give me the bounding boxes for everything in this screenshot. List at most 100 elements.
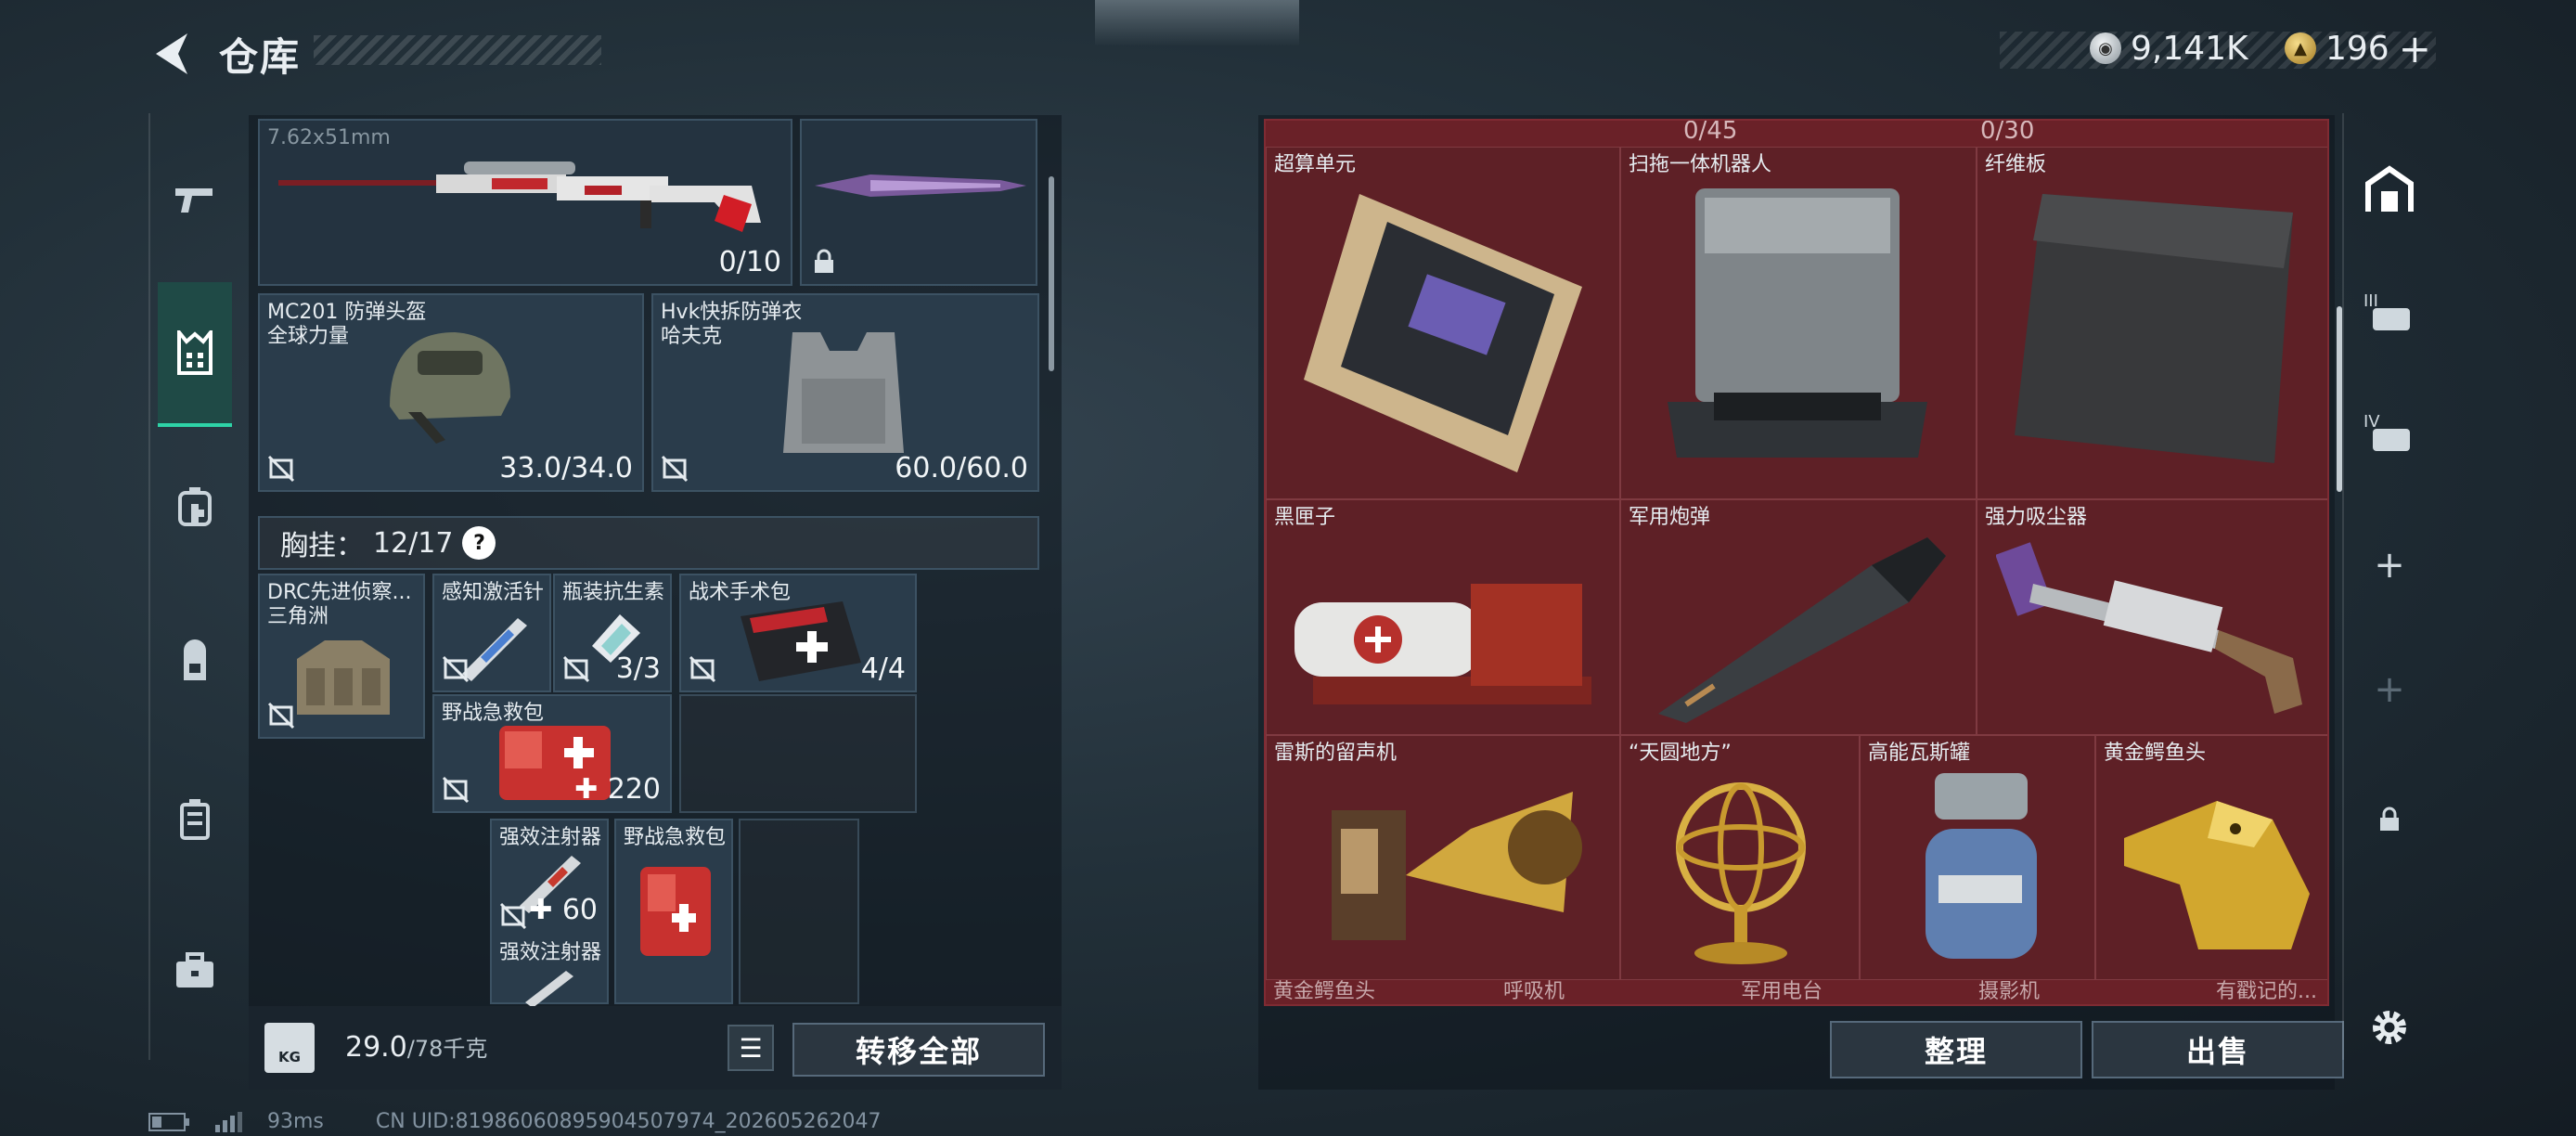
no-insurance-icon [499,902,527,930]
helmet-slot[interactable]: MC201 防弹头盔 全球力量 33.0/34.0 [258,293,644,492]
storage-item[interactable]: “天圆地方” [1620,735,1860,980]
armor-slot[interactable]: Hvk快拆防弹衣 哈夫克 60.0/60.0 [651,293,1039,492]
storage-item[interactable]: 黄金鳄鱼头 [2095,735,2327,980]
vacuum-cleaner-image [1996,542,2302,714]
weapon-slot[interactable]: 7.62x51mm 0/10 [258,119,792,286]
item-name: 摄影机 [1978,980,2041,1003]
surgery-kit-image [741,601,861,681]
robot-vacuum-image [1668,188,1927,458]
storage-item[interactable]: 扫拖一体机器人 [1620,147,1977,499]
help-icon[interactable]: ? [462,526,496,560]
weapon-caliber: 7.62x51mm [267,126,391,149]
item-name: 军用电台 [1741,980,1823,1003]
item-slot[interactable]: 强效注射器 ✚ 60 强效注射器 [490,819,609,1006]
storage-item[interactable]: 黑匣子 [1266,499,1620,735]
black-box-image [1294,584,1591,704]
item-name: 雷斯的留声机 [1274,742,1397,765]
user-uid: CN UID:81986060895904507974_202605262047 [375,1110,882,1133]
storage-item[interactable]: 超算单元 [1266,147,1620,499]
item-slot[interactable]: 感知激活针 [432,574,551,692]
supercomputer-unit-image [1304,194,1582,472]
item-slot[interactable]: 瓶装抗生素 3/3 [553,574,672,692]
gold-currency[interactable]: ▲ 196 + [2285,26,2431,71]
item-heal-value: ✚ 220 [574,773,661,806]
golden-crocodile-head-image [2124,801,2310,949]
storage-item[interactable]: 军用炮弹 [1620,499,1977,735]
item-name: 强效注射器 [499,941,602,964]
signal-icon [215,1111,242,1132]
status-footer: 93ms CN UID:81986060895904507974_2026052… [148,1110,882,1133]
storage-item[interactable]: 强力吸尘器 [1977,499,2327,735]
chest-rig-slot[interactable]: DRC先进侦察... 三角洲 [258,574,425,739]
tier3-icon[interactable]: III [2357,278,2422,343]
item-name: 强力吸尘器 [1985,506,2088,529]
item-count: 4/4 [860,652,906,685]
left-nav-rail [148,113,197,1060]
weapon-ammo: 0/10 [718,246,781,278]
no-insurance-icon [442,655,470,683]
melee-slot[interactable] [800,119,1037,286]
list-view-button[interactable]: ☰ [728,1025,774,1071]
item-count: 3/3 [615,652,661,685]
sniper-rifle-image [278,161,761,232]
no-insurance-icon [442,776,470,804]
silver-coin-icon: ◉ [2090,32,2121,64]
page-title: 仓库 [219,34,302,80]
item-name: “天圆地方” [1629,742,1732,765]
item-name: 黑匣子 [1274,506,1336,529]
injector-image [525,971,573,1006]
gear-icon[interactable] [2357,995,2422,1060]
home-icon[interactable] [2357,158,2422,223]
item-name: 黄金鳄鱼头 [2104,742,2207,765]
loadout-scrollbar[interactable] [1049,176,1054,371]
item-name: 有戳记的... [2216,980,2317,1003]
armor-brand: 哈夫克 [661,325,723,348]
storage-item[interactable]: 纤维板 [1977,147,2327,499]
sell-button[interactable]: 出售 [2092,1021,2344,1078]
item-name: 瓶装抗生素 [562,581,665,604]
plus-icon[interactable]: + [2357,533,2422,598]
weight-readout: 29.0/78千克 [345,1030,487,1064]
item-name: 呼吸机 [1503,980,1565,1003]
storage-next-row: 黄金鳄鱼头 呼吸机 军用电台 摄影机 有戳记的... [1266,980,2327,1004]
empty-slot[interactable] [679,694,917,813]
chest-label: 胸挂： [280,530,364,562]
item-heal-value: ✚ 60 [529,894,598,926]
storage-count: 0/30 [1980,119,2035,145]
backpack-icon[interactable] [158,624,232,698]
sort-button[interactable]: 整理 [1830,1021,2082,1078]
heal-plus-icon: ✚ [574,773,608,806]
empty-slot[interactable] [739,819,859,1004]
armillary-sphere-image [1676,782,1806,964]
item-slot[interactable]: 野战急救包 [614,819,733,1004]
gramophone-image [1332,792,1582,940]
item-slot[interactable]: 战术手术包 4/4 [679,574,917,692]
ping-value: 93ms [267,1110,324,1133]
storage-item[interactable]: 高能瓦斯罐 [1860,735,2095,980]
storage-item[interactable]: 雷斯的留声机 [1266,735,1620,980]
storage-count: 0/45 [1683,119,1738,145]
item-name: 黄金鳄鱼头 [1273,980,1376,1003]
gun-icon[interactable] [158,163,232,238]
medical-backpack-icon[interactable] [158,470,232,544]
heal-amount: 60 [561,894,598,926]
back-arrow-icon[interactable] [147,28,193,80]
transfer-all-button[interactable]: 转移全部 [792,1023,1045,1077]
chest-capacity: 12/17 [373,526,454,560]
weight-current: 29.0 [345,1031,407,1064]
svg-text:IV: IV [2363,412,2380,432]
item-slot[interactable]: 野战急救包 ✚ 220 [432,694,672,813]
tier4-icon[interactable]: IV [2357,399,2422,464]
helmet-image [390,332,510,444]
no-insurance-icon [661,455,689,483]
chest-rig-name: DRC先进侦察... [267,581,412,604]
list-icon: ☰ [739,1032,763,1064]
armor-durability: 60.0/60.0 [895,452,1028,484]
armor-name: Hvk快拆防弹衣 [661,301,803,324]
toolbox-icon[interactable] [158,934,232,1008]
chest-rig-image [297,640,390,715]
chest-rig-icon[interactable] [158,282,232,427]
case-icon[interactable] [158,781,232,856]
fiberboard-image [2015,194,2293,463]
add-gold-button[interactable]: + [2399,26,2431,71]
